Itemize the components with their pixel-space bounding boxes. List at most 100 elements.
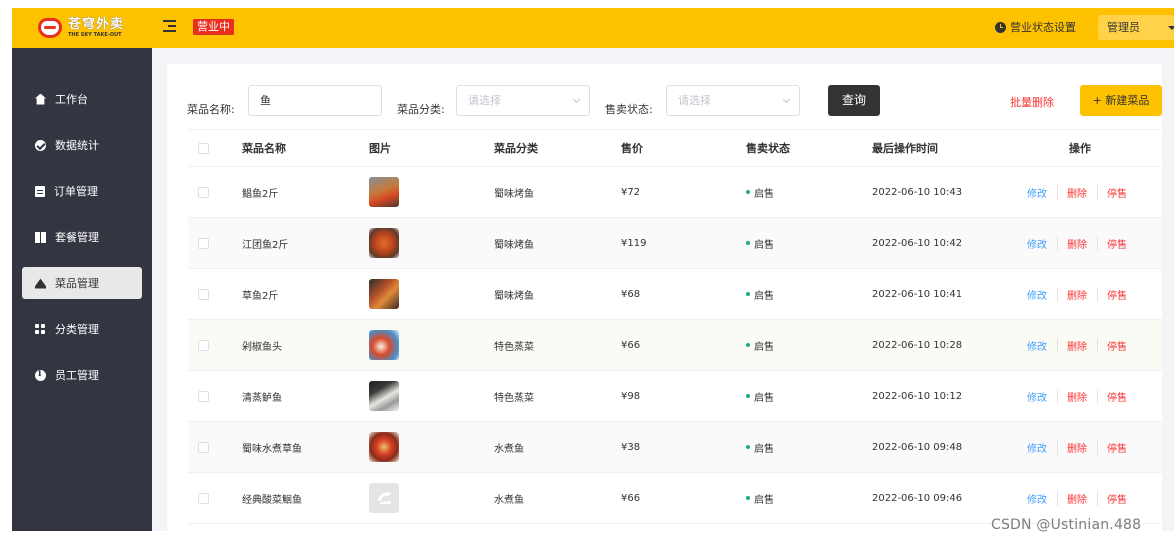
- stop-sale-button[interactable]: 停售: [1107, 338, 1137, 353]
- select-all-checkbox[interactable]: [198, 130, 209, 166]
- dish-category: 特色蒸菜: [494, 392, 534, 404]
- watermark: CSDN @Ustinian.488: [991, 517, 1142, 533]
- column-header: 售价: [621, 142, 643, 155]
- sale-status-select[interactable]: 请选择: [666, 85, 800, 116]
- edit-button[interactable]: 修改: [1027, 286, 1058, 302]
- dish-price: ¥72: [621, 186, 641, 198]
- last-modified-time: 2022-06-10 10:42: [872, 237, 963, 249]
- table-header-row: 菜品名称 图片 菜品分类 售价 售卖状态 最后操作时间 操作: [188, 129, 1162, 167]
- business-status-settings-button[interactable]: 营业状态设置: [995, 19, 1076, 35]
- sidebar-item-orders[interactable]: 订单管理: [22, 175, 142, 207]
- brand-logo[interactable]: 苍穹外卖 THE SKY TAKE-OUT: [38, 13, 130, 43]
- delete-button[interactable]: 删除: [1067, 439, 1098, 455]
- edit-button[interactable]: 修改: [1027, 235, 1058, 251]
- sale-status-text: 启售: [754, 341, 774, 353]
- sale-status: 启售: [746, 371, 774, 421]
- gift-icon: [35, 231, 46, 243]
- stop-sale-button[interactable]: 停售: [1107, 440, 1137, 455]
- dish-price: ¥66: [621, 492, 641, 504]
- sale-status-placeholder: 请选择: [678, 94, 711, 107]
- clock-icon: [995, 21, 1006, 33]
- dish-category-select[interactable]: 请选择: [456, 85, 590, 116]
- sidebar-item-label: 菜品管理: [55, 277, 99, 290]
- dish-name: 剁椒鱼头: [242, 341, 282, 353]
- row-checkbox[interactable]: [198, 371, 209, 421]
- delete-button[interactable]: 删除: [1067, 388, 1098, 404]
- stop-sale-button[interactable]: 停售: [1107, 236, 1137, 251]
- row-checkbox[interactable]: [198, 218, 209, 268]
- category-icon: [35, 323, 46, 335]
- stop-sale-button[interactable]: 停售: [1107, 491, 1137, 506]
- bowl-logo-icon: [38, 18, 62, 38]
- table-row: 蜀味水煮草鱼 水煮鱼 ¥38 启售 2022-06-10 09:48 修改 删除…: [188, 422, 1162, 473]
- business-status-settings-label: 营业状态设置: [1010, 21, 1076, 34]
- sale-status-text: 启售: [754, 443, 774, 455]
- table-row: 江团鱼2斤 蜀味烤鱼 ¥119 启售 2022-06-10 10:42 修改 删…: [188, 218, 1162, 269]
- order-icon: [35, 185, 45, 197]
- dish-image: [369, 473, 399, 523]
- delete-button[interactable]: 删除: [1067, 490, 1098, 506]
- status-dot-icon: [746, 292, 750, 296]
- dish-price: ¥68: [621, 288, 641, 300]
- edit-button[interactable]: 修改: [1027, 388, 1058, 404]
- table-row: 鲳鱼2斤 蜀味烤鱼 ¥72 启售 2022-06-10 10:43 修改 删除 …: [188, 167, 1162, 218]
- row-checkbox[interactable]: [198, 269, 209, 319]
- sale-status: 启售: [746, 422, 774, 472]
- table-row: 草鱼2斤 蜀味烤鱼 ¥68 启售 2022-06-10 10:41 修改 删除 …: [188, 269, 1162, 320]
- query-button[interactable]: 查询: [828, 85, 880, 116]
- last-modified-time: 2022-06-10 10:43: [872, 186, 963, 198]
- edit-button[interactable]: 修改: [1027, 490, 1058, 506]
- row-checkbox[interactable]: [198, 473, 209, 523]
- sidebar-item-label: 员工管理: [55, 369, 99, 382]
- row-actions: 修改 删除 停售: [1027, 218, 1146, 268]
- stop-sale-button[interactable]: 停售: [1107, 287, 1137, 302]
- sidebar-item-label: 套餐管理: [55, 231, 99, 244]
- sidebar-item-statistics[interactable]: 数据统计: [22, 129, 142, 161]
- dish-image: [369, 269, 399, 319]
- dish-category: 蜀味烤鱼: [494, 290, 534, 302]
- dish-category: 蜀味烤鱼: [494, 239, 534, 251]
- sale-status-text: 启售: [754, 239, 774, 251]
- column-header: 菜品名称: [242, 142, 286, 155]
- edit-button[interactable]: 修改: [1027, 439, 1058, 455]
- sidebar-item-combos[interactable]: 套餐管理: [22, 221, 142, 253]
- row-actions: 修改 删除 停售: [1027, 371, 1146, 421]
- row-checkbox[interactable]: [198, 422, 209, 472]
- chevron-down-icon: [572, 95, 581, 104]
- delete-button[interactable]: 删除: [1067, 286, 1098, 302]
- edit-button[interactable]: 修改: [1027, 184, 1058, 200]
- row-checkbox[interactable]: [198, 320, 209, 370]
- sidebar-item-label: 分类管理: [55, 323, 99, 336]
- delete-button[interactable]: 删除: [1067, 184, 1098, 200]
- status-dot-icon: [746, 394, 750, 398]
- stop-sale-button[interactable]: 停售: [1107, 389, 1137, 404]
- user-menu[interactable]: 管理员: [1098, 15, 1174, 40]
- brand-subtitle: THE SKY TAKE-OUT: [68, 32, 122, 38]
- sidebar-item-categories[interactable]: 分类管理: [22, 313, 142, 345]
- sidebar-item-dishes[interactable]: 菜品管理: [22, 267, 142, 299]
- brand-name: 苍穹外卖: [68, 17, 125, 32]
- delete-button[interactable]: 删除: [1067, 337, 1098, 353]
- dish-category: 水煮鱼: [494, 443, 524, 455]
- sale-status-text: 启售: [754, 494, 774, 506]
- edit-button[interactable]: 修改: [1027, 337, 1058, 353]
- sidebar-item-label: 订单管理: [54, 185, 98, 198]
- dish-management-panel: 菜品名称: 鱼 菜品分类: 请选择 售卖状态: 请选择 查询 批量删除 + 新建…: [167, 64, 1162, 531]
- caret-down-icon: [1168, 26, 1174, 30]
- last-modified-time: 2022-06-10 09:48: [872, 441, 963, 453]
- brand-text: 苍穹外卖 THE SKY TAKE-OUT: [68, 18, 124, 38]
- dish-image: [369, 371, 399, 421]
- row-checkbox[interactable]: [198, 167, 209, 217]
- dish-name-input[interactable]: 鱼: [248, 85, 382, 116]
- menu-toggle-icon[interactable]: [163, 20, 176, 33]
- new-dish-button[interactable]: + 新建菜品: [1080, 85, 1162, 116]
- row-actions: 修改 删除 停售: [1027, 422, 1146, 472]
- delete-button[interactable]: 删除: [1067, 235, 1098, 251]
- sale-status-text: 启售: [754, 188, 774, 200]
- dish-category-label: 菜品分类:: [397, 103, 445, 116]
- batch-delete-button[interactable]: 批量删除: [1010, 94, 1054, 110]
- sidebar-item-dashboard[interactable]: 工作台: [22, 83, 142, 115]
- dish-price: ¥66: [621, 339, 641, 351]
- sidebar-item-employees[interactable]: 员工管理: [22, 359, 142, 391]
- stop-sale-button[interactable]: 停售: [1107, 185, 1137, 200]
